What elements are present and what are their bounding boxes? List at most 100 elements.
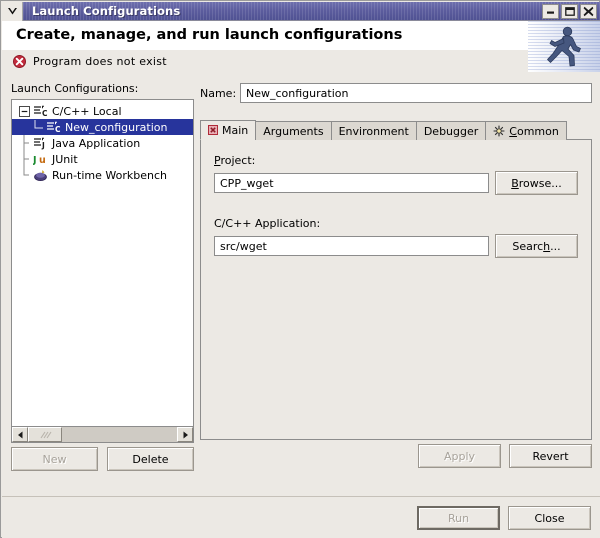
launch-configurations-tree[interactable]: C C/C++ Local C New_configuration J Java… [11, 99, 194, 427]
tab-environment[interactable]: Environment [330, 121, 417, 140]
application-row: src/wget Search... [214, 234, 578, 258]
tab-label: Arguments [263, 124, 324, 138]
project-label-rest: roject: [220, 154, 256, 167]
java-launch-icon: J [34, 137, 45, 150]
apply-revert-buttons: Apply Revert [200, 444, 592, 468]
tab-common-rest: ommon [516, 124, 559, 138]
window-menu-button[interactable] [2, 1, 23, 21]
minimize-button[interactable] [542, 3, 559, 19]
maximize-icon [564, 6, 575, 16]
window-controls [542, 3, 600, 19]
page-title: Create, manage, and run launch configura… [16, 27, 403, 43]
cpp-launch-icon: C [47, 121, 61, 134]
browse-button-rest: rowse... [518, 176, 562, 190]
tree-item-java-application[interactable]: J Java Application [12, 135, 193, 151]
application-input[interactable]: src/wget [214, 236, 489, 256]
field-spacer [214, 195, 578, 217]
close-dialog-button[interactable]: Close [508, 506, 591, 530]
delete-button-label: Delete [132, 452, 169, 466]
name-label: Name: [200, 86, 237, 100]
revert-button-label: Revert [532, 449, 569, 463]
tab-arguments[interactable]: Arguments [255, 121, 332, 140]
browse-button[interactable]: Browse... [495, 171, 578, 195]
dialog-body: Launch Configurations: C C/C++ Local C N… [2, 72, 600, 496]
scroll-track[interactable] [28, 427, 177, 442]
tree-branch-icon [23, 135, 29, 151]
project-row: CPP_wget Browse... [214, 171, 578, 195]
tree-action-buttons: New Delete [11, 447, 194, 471]
tab-label: Environment [338, 124, 409, 138]
eclipse-icon [34, 169, 47, 181]
tab-strip: Main Arguments Environment Debugger Comm… [200, 120, 592, 140]
tree-item-junit[interactable]: J u JUnit [12, 151, 193, 167]
gear-icon [493, 125, 505, 137]
collapse-icon[interactable] [19, 105, 30, 117]
run-button[interactable]: Run [417, 506, 500, 530]
tree-item-label: Run-time Workbench [52, 168, 168, 182]
search-button[interactable]: Search... [495, 234, 578, 258]
tree-item-cpp-local[interactable]: C C/C++ Local [12, 103, 193, 119]
application-input-value: src/wget [220, 239, 267, 253]
tab-main[interactable]: Main [200, 120, 257, 140]
maximize-button[interactable] [561, 3, 578, 19]
tree-branch-icon [23, 167, 29, 176]
dialog-window: Launch Configurations Create, manage, an… [0, 0, 600, 538]
application-label: C/C++ Application: [214, 217, 321, 230]
tree-branch-icon [23, 151, 29, 167]
name-input-value: New_configuration [246, 86, 349, 100]
close-button[interactable] [580, 3, 597, 19]
tree-horizontal-scrollbar[interactable] [11, 427, 194, 443]
tree-item-label: New_configuration [65, 120, 168, 134]
arrow-right-icon [183, 431, 188, 438]
tree-item-runtime-workbench[interactable]: Run-time Workbench [12, 167, 193, 183]
arrow-left-icon [17, 431, 22, 438]
run-button-label: Run [447, 511, 470, 525]
launch-configurations-dialog: Launch Configurations Create, manage, an… [0, 0, 600, 538]
browse-button-label: Browse... [511, 176, 562, 190]
scroll-thumb[interactable] [28, 427, 62, 442]
new-button[interactable]: New [11, 447, 98, 471]
svg-text:J: J [33, 155, 37, 166]
revert-button[interactable]: Revert [509, 444, 592, 468]
cpp-launch-icon: C [34, 105, 48, 118]
tree-item-label: C/C++ Local [52, 104, 122, 118]
chevron-down-icon [7, 7, 17, 14]
search-button-pre: Searc [512, 239, 544, 253]
new-button-label: New [42, 452, 67, 466]
main-tab-panel: Project: CPP_wget Browse... C/C++ Applic… [200, 139, 592, 440]
error-icon [13, 54, 26, 68]
close-dialog-button-label: Close [534, 511, 565, 525]
name-input[interactable]: New_configuration [240, 83, 592, 103]
svg-text:J: J [41, 141, 45, 150]
status-message-bar: Program does not exist [2, 50, 600, 72]
scroll-right-button[interactable] [177, 427, 193, 442]
tab-label: Main [222, 123, 249, 137]
junit-icon: J u [33, 155, 46, 166]
project-input-value: CPP_wget [220, 176, 274, 190]
svg-text:C: C [42, 109, 48, 118]
tree-item-label: Java Application [52, 136, 141, 150]
project-label: Project: [214, 154, 256, 167]
tab-debugger[interactable]: Debugger [415, 121, 487, 140]
tab-common-accel: C [509, 124, 517, 138]
search-button-post: ... [550, 239, 561, 253]
apply-button[interactable]: Apply [418, 444, 501, 468]
tree-item-label: JUnit [52, 152, 78, 166]
project-input[interactable]: CPP_wget [214, 173, 489, 193]
delete-button[interactable]: Delete [107, 447, 194, 471]
svg-text:u: u [39, 155, 46, 166]
header-banner [528, 21, 600, 72]
close-icon [583, 6, 594, 16]
window-title: Launch Configurations [32, 4, 181, 18]
scroll-left-button[interactable] [12, 427, 28, 442]
name-row: Name: New_configuration [200, 82, 592, 104]
status-message-text: Program does not exist [33, 54, 167, 68]
tree-item-new-configuration[interactable]: C New_configuration [12, 119, 193, 135]
running-man-icon [547, 26, 581, 66]
dialog-header: Create, manage, and run launch configura… [2, 21, 600, 72]
tab-common[interactable]: Common [485, 121, 567, 140]
tree-branch-icon [34, 119, 43, 128]
grip-icon [40, 431, 51, 438]
tab-label: Common [509, 125, 559, 138]
apply-button-label: Apply [443, 449, 476, 463]
